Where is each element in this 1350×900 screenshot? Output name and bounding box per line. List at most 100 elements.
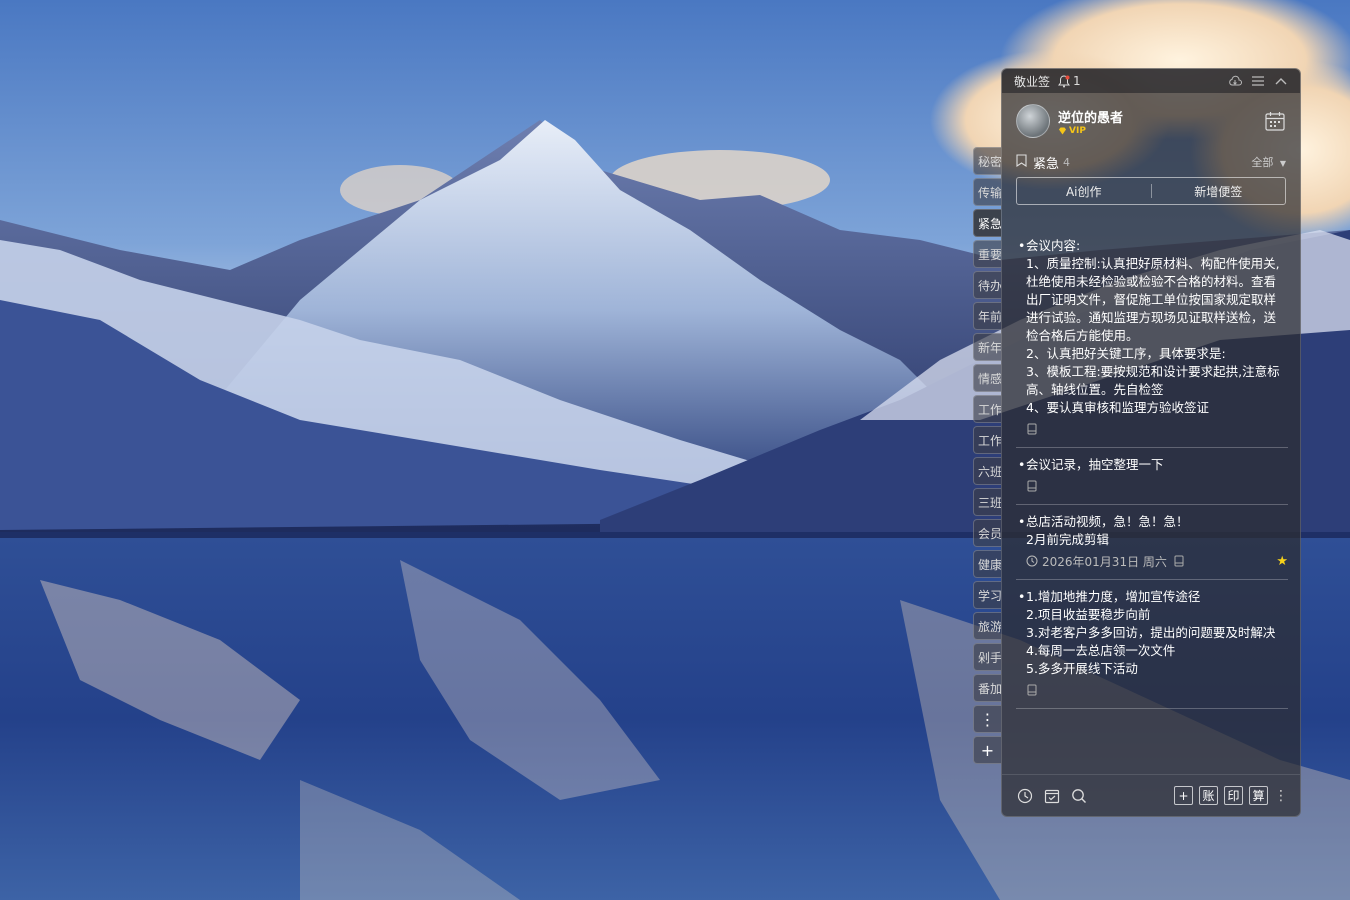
avatar[interactable] bbox=[1016, 104, 1050, 138]
bell-icon bbox=[1058, 74, 1071, 87]
side-tab-label: 工作 bbox=[978, 402, 1001, 417]
more-vertical-icon[interactable]: ⋮ bbox=[1274, 788, 1288, 804]
title-bar[interactable]: 敬业签 1 bbox=[1002, 69, 1300, 93]
chevron-up-icon[interactable] bbox=[1274, 74, 1288, 88]
star-icon[interactable]: ★ bbox=[1276, 554, 1288, 569]
notes-list: • 会议内容: 1、质量控制:认真把好原材料、构配件使用关,杜绝使用未经检验或检验… bbox=[1002, 229, 1300, 771]
side-tab-label: 六班 bbox=[978, 464, 1001, 479]
app-name: 敬业签 bbox=[1014, 74, 1051, 89]
side-tab[interactable]: 三班 bbox=[973, 488, 1001, 516]
caret-down-icon: ▼ bbox=[1279, 159, 1286, 168]
account-button[interactable]: 账 bbox=[1199, 786, 1218, 805]
side-tab[interactable]: 番加 bbox=[973, 674, 1001, 702]
vip-label: VIP bbox=[1069, 125, 1086, 136]
side-tab[interactable]: 旅游 bbox=[973, 612, 1001, 640]
note-item[interactable]: • 会议记录，抽空整理一下 bbox=[1016, 448, 1288, 505]
note-text: 1.增加地推力度，增加宣传途径 2.项目收益要稳步向前 3.对老客户多多回访，提… bbox=[1026, 589, 1276, 676]
side-tab[interactable]: 传输 bbox=[973, 178, 1001, 206]
filter-label: 全部 bbox=[1251, 156, 1274, 169]
side-tab-label: 健康 bbox=[978, 557, 1001, 572]
side-tab[interactable]: 会员 bbox=[973, 519, 1001, 547]
side-tab[interactable]: 六班 bbox=[973, 457, 1001, 485]
note-text: 会议内容: 1、质量控制:认真把好原材料、构配件使用关,杜绝使用未经检验或检验不… bbox=[1026, 238, 1280, 415]
user-row: 逆位的愚者 VIP bbox=[1002, 93, 1300, 149]
ai-create-button[interactable]: Ai创作 bbox=[1017, 183, 1151, 200]
note-date: 2026年01月31日 周六 bbox=[1026, 553, 1167, 570]
note-body: • 会议记录，抽空整理一下 bbox=[1016, 456, 1288, 474]
clock-icon[interactable] bbox=[1016, 787, 1034, 805]
vip-badge: VIP bbox=[1058, 126, 1123, 136]
calendar-icon[interactable] bbox=[1264, 110, 1286, 132]
menu-icon[interactable] bbox=[1251, 74, 1265, 88]
note-body: • 1.增加地推力度，增加宣传途径 2.项目收益要稳步向前 3.对老客户多多回访，… bbox=[1016, 588, 1288, 678]
diamond-icon bbox=[1059, 127, 1066, 134]
side-tab[interactable]: 年前 bbox=[973, 302, 1001, 330]
side-tab-label: 旅游 bbox=[978, 619, 1001, 634]
calendar-check-icon[interactable] bbox=[1043, 787, 1061, 805]
add-note-button[interactable]: 新增便签 bbox=[1152, 183, 1286, 200]
bell-count: 1 bbox=[1073, 74, 1081, 88]
side-tab[interactable]: 工作 bbox=[973, 426, 1001, 454]
side-tab-label: 番加 bbox=[978, 681, 1001, 696]
category-name: 紧急 bbox=[1033, 156, 1060, 172]
side-tab-label: 工作 bbox=[978, 433, 1001, 448]
note-doc-icon[interactable] bbox=[1026, 480, 1038, 492]
side-tab[interactable]: 新年 bbox=[973, 333, 1001, 361]
category-header: 紧急 4 全部 ▼ bbox=[1002, 149, 1300, 175]
category-count: 4 bbox=[1063, 155, 1071, 169]
action-bar: Ai创作 新增便签 bbox=[1016, 177, 1286, 205]
bullet-icon: • bbox=[1018, 514, 1026, 529]
note-item[interactable]: • 总店活动视频，急！急！急！ 2月前完成剪辑 2026年01月31日 周六 ★ bbox=[1016, 505, 1288, 580]
side-tab-label: 传输 bbox=[978, 185, 1001, 200]
print-button[interactable]: 印 bbox=[1224, 786, 1243, 805]
side-tab-label: 学习 bbox=[978, 588, 1001, 603]
side-tab-label: 情感 bbox=[978, 371, 1001, 386]
note-doc-icon[interactable] bbox=[1026, 423, 1038, 435]
note-footer: 2026年01月31日 周六 ★ bbox=[1016, 551, 1288, 571]
side-tab-label: 三班 bbox=[978, 495, 1001, 510]
clock-icon bbox=[1026, 555, 1038, 567]
side-tab[interactable]: 剁手 bbox=[973, 643, 1001, 671]
note-footer bbox=[1016, 419, 1288, 439]
note-date-text: 2026年01月31日 周六 bbox=[1042, 554, 1167, 569]
side-tab[interactable]: 重要 bbox=[973, 240, 1001, 268]
more-tabs-button[interactable]: ⋮ bbox=[973, 705, 1001, 733]
side-tab-label: 新年 bbox=[978, 340, 1001, 355]
side-tab-label: 会员 bbox=[978, 526, 1001, 541]
bullet-icon: • bbox=[1018, 589, 1026, 604]
notes-panel: 敬业签 1 逆位的愚者 VIP 紧急 4 全部 ▼ Ai创作 新增便签 • 会议… bbox=[1001, 68, 1301, 817]
note-doc-icon[interactable] bbox=[1173, 555, 1185, 567]
notification-bell[interactable]: 1 bbox=[1058, 74, 1081, 88]
note-body: • 总店活动视频，急！急！急！ 2月前完成剪辑 bbox=[1016, 513, 1288, 549]
side-tab[interactable]: 紧急 bbox=[973, 209, 1001, 237]
add-category-button[interactable]: + bbox=[973, 736, 1001, 764]
category-side-tabs: 秘密 传输 紧急 重要 待办 年前 新年 情感 工作 工作 六班 三班 会员 健康 学习 旅游 剁手 番加 ⋮ + bbox=[973, 147, 1003, 767]
side-tab-label: 重要 bbox=[978, 247, 1001, 262]
bookmark-icon bbox=[1016, 153, 1027, 171]
note-footer bbox=[1016, 476, 1288, 496]
search-icon[interactable] bbox=[1070, 787, 1088, 805]
note-item[interactable]: • 1.增加地推力度，增加宣传途径 2.项目收益要稳步向前 3.对老客户多多回访，… bbox=[1016, 580, 1288, 709]
side-tab[interactable]: 待办 bbox=[973, 271, 1001, 299]
note-text: 总店活动视频，急！急！急！ 2月前完成剪辑 bbox=[1026, 514, 1189, 547]
side-tab[interactable]: 学习 bbox=[973, 581, 1001, 609]
note-text: 会议记录，抽空整理一下 bbox=[1026, 457, 1164, 472]
note-footer bbox=[1016, 680, 1288, 700]
side-tab-label: 剁手 bbox=[978, 650, 1001, 665]
side-tab[interactable]: 秘密 bbox=[973, 147, 1001, 175]
note-doc-icon[interactable] bbox=[1026, 684, 1038, 696]
cloud-sync-icon[interactable] bbox=[1228, 74, 1242, 88]
user-meta: 逆位的愚者 VIP bbox=[1058, 107, 1123, 136]
side-tab-label: 年前 bbox=[978, 309, 1001, 324]
side-tab[interactable]: 工作 bbox=[973, 395, 1001, 423]
add-square-button[interactable]: + bbox=[1174, 786, 1193, 805]
side-tab[interactable]: 情感 bbox=[973, 364, 1001, 392]
bullet-icon: • bbox=[1018, 238, 1026, 253]
side-tab-label: 紧急 bbox=[978, 216, 1001, 231]
calc-button[interactable]: 算 bbox=[1249, 786, 1268, 805]
side-tab-label: 待办 bbox=[978, 278, 1001, 293]
side-tab[interactable]: 健康 bbox=[973, 550, 1001, 578]
side-tab-label: 秘密 bbox=[978, 154, 1001, 169]
filter-dropdown[interactable]: 全部 ▼ bbox=[1251, 154, 1286, 170]
note-item[interactable]: • 会议内容: 1、质量控制:认真把好原材料、构配件使用关,杜绝使用未经检验或检验… bbox=[1016, 229, 1288, 448]
